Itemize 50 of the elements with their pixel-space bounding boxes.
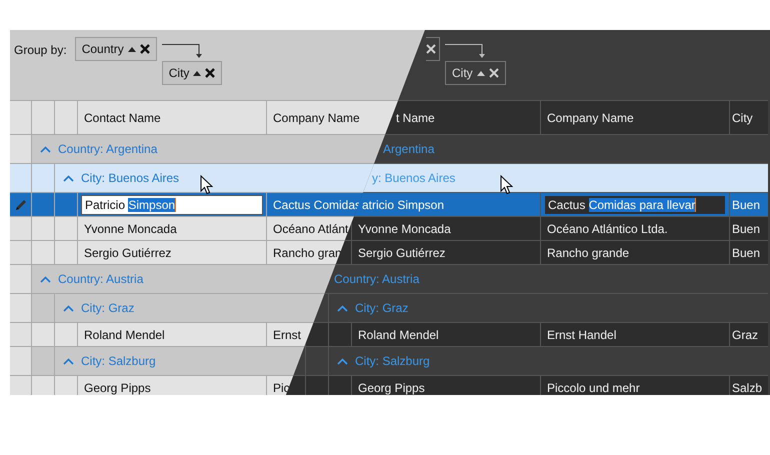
- group-title: City: Salzburg: [81, 354, 156, 368]
- chevron-up-icon[interactable]: [40, 276, 51, 282]
- cell-text: Graz: [731, 328, 758, 342]
- row-header-cell[interactable]: [10, 347, 32, 375]
- group-title: Argentina: [383, 142, 434, 156]
- cell-text: Salzb: [731, 380, 762, 394]
- cell-text: Buen: [731, 222, 760, 236]
- cell-text: Buen: [731, 246, 760, 260]
- column-header[interactable]: Company Name: [541, 110, 634, 124]
- connector-arrow: [162, 41, 204, 59]
- row-header-cell[interactable]: [10, 135, 32, 163]
- row-header-cell[interactable]: [10, 265, 32, 293]
- column-header[interactable]: Contact Name: [78, 110, 161, 124]
- cell-text: Océano Atlántico Ltda.: [546, 222, 668, 236]
- mouse-pointer-icon: [200, 175, 213, 195]
- chevron-up-icon[interactable]: [337, 358, 348, 364]
- cell-text: Ernst Handel: [546, 328, 616, 342]
- cell-text: Buen: [731, 198, 760, 212]
- chevron-up-icon[interactable]: [63, 358, 74, 364]
- column-header[interactable]: City: [730, 110, 753, 124]
- group-by-label: Group by:: [14, 43, 67, 57]
- column-header[interactable]: Company Name: [267, 110, 360, 124]
- mouse-pointer-icon: [500, 175, 513, 195]
- group-title: City: Graz: [355, 301, 408, 315]
- cell-text: Rancho grande: [546, 246, 630, 260]
- chevron-up-icon[interactable]: [63, 304, 74, 312]
- connector-arrow: [445, 41, 487, 59]
- group-chip[interactable]: City: [162, 61, 222, 85]
- chevron-up-icon[interactable]: [63, 174, 74, 182]
- group-chip[interactable]: City: [445, 61, 506, 85]
- cell-editor[interactable]: Patricio Simpson: [81, 194, 263, 214]
- group-title: City: Buenos Aires: [81, 171, 180, 185]
- row-header-cell[interactable]: [10, 294, 32, 322]
- group-title: City: Graz: [81, 301, 134, 315]
- group-title: y: Buenos Aires: [372, 171, 456, 185]
- group-title: City: Salzburg: [355, 354, 430, 368]
- cell-text: Océano Atlánt: [272, 222, 348, 236]
- group-chip[interactable]: [426, 37, 440, 61]
- group-title: Country: Argentina: [58, 142, 158, 156]
- group-title: Country: Austria: [334, 272, 420, 286]
- close-icon[interactable]: [140, 44, 150, 54]
- column-header[interactable]: t Name: [390, 110, 435, 124]
- chevron-up-icon[interactable]: [337, 304, 348, 312]
- cell-text: Piccolo und mehr: [546, 380, 640, 394]
- cell-text: Ernst: [272, 328, 302, 342]
- close-icon[interactable]: [205, 68, 216, 78]
- chevron-up-icon[interactable]: [40, 146, 51, 152]
- group-title: Country: Austria: [58, 272, 144, 286]
- group-chip[interactable]: Country: [74, 37, 157, 61]
- pencil-icon: [14, 198, 28, 212]
